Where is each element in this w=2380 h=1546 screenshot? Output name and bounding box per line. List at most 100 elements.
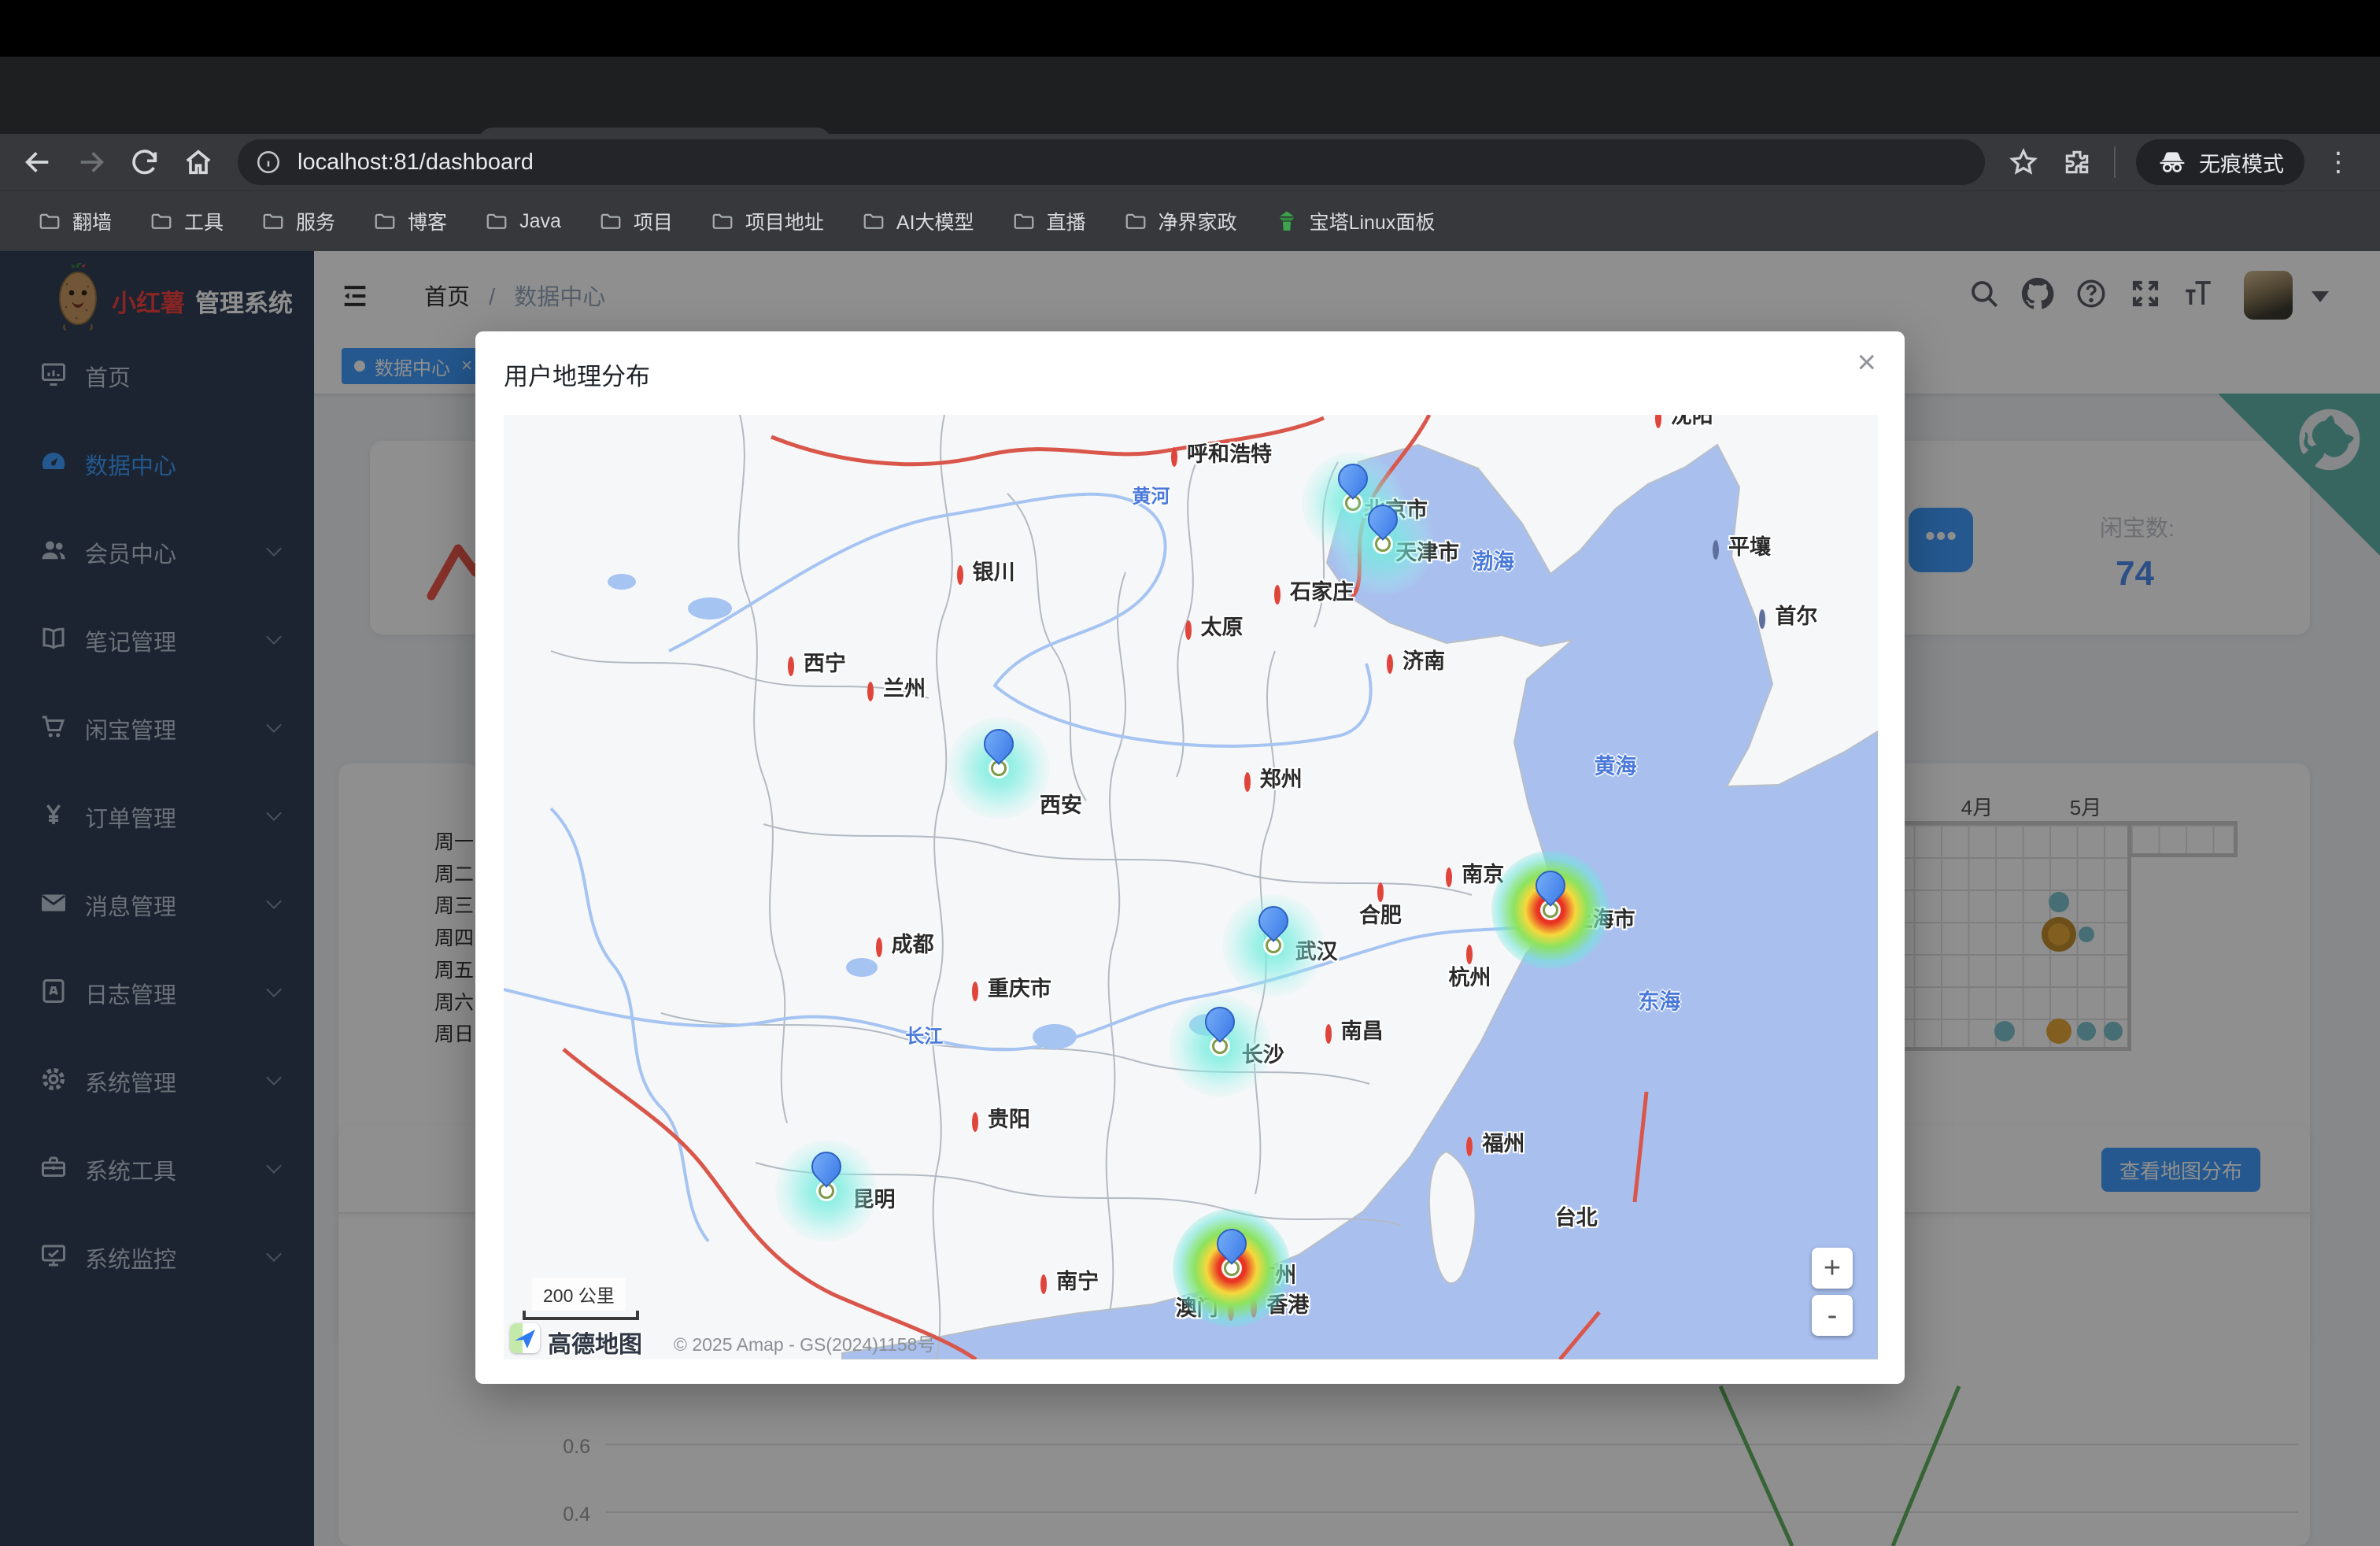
bookmark-项目[interactable]: 项目 (588, 207, 673, 235)
browser-tab-strip: 红薯×管理系统×红薯管理系统×登录× + (0, 57, 2380, 134)
reload-icon[interactable] (129, 146, 161, 178)
toolbar-divider (2114, 146, 2116, 178)
city-label: 石家庄 (1290, 575, 1354, 605)
address-bar[interactable]: localhost:81/dashboard (238, 139, 1985, 185)
map-pin-长沙[interactable] (1203, 1005, 1237, 1052)
bookmark-净界家政[interactable]: 净界家政 (1113, 207, 1237, 235)
map-pin-武汉[interactable] (1256, 904, 1291, 952)
city-dot-icon (788, 656, 794, 676)
bookmark-直播[interactable]: 直播 (1001, 207, 1086, 235)
city-label: 呼和浩特 (1187, 437, 1272, 468)
folder-icon (261, 209, 285, 233)
folder-icon (1012, 209, 1036, 233)
forward-icon[interactable] (76, 146, 107, 178)
browser-chrome: 红薯×管理系统×红薯管理系统×登录× + localhost:81/dashbo… (0, 0, 2380, 250)
map-pin-西安[interactable] (981, 727, 1016, 775)
city-label: 合肥 (1359, 898, 1402, 929)
bookmark-label: 净界家政 (1159, 207, 1237, 235)
bookmark-项目地址[interactable]: 项目地址 (700, 207, 824, 235)
city-label: 贵阳 (988, 1102, 1030, 1133)
folder-icon (1124, 209, 1148, 233)
bookmark-博客[interactable]: 博客 (362, 207, 447, 235)
city-重庆市: 重庆市 (972, 985, 978, 999)
city-太原: 太原 (1185, 623, 1192, 638)
bookmark-label: Java (519, 210, 561, 233)
city-label: 太原 (1201, 610, 1244, 641)
city-银川: 银川 (957, 568, 963, 583)
site-info-icon[interactable] (255, 149, 282, 176)
city-dot-icon (1325, 1024, 1332, 1044)
city-dot-icon (1244, 772, 1251, 792)
map-pin-上海[interactable] (1533, 869, 1568, 916)
bookmark-Java[interactable]: Java (474, 209, 561, 233)
url-text[interactable]: localhost:81/dashboard (298, 150, 534, 176)
city-dot-icon (1274, 585, 1281, 605)
bookmark-翻墙[interactable]: 翻墙 (27, 207, 112, 235)
city-南京: 南京 (1446, 871, 1452, 885)
amap-logo-text: 高德地图 (548, 1325, 642, 1359)
city-西宁: 西宁 (788, 660, 794, 674)
bookmark-label: 博客 (408, 207, 447, 235)
city-label: 沈阳 (1671, 415, 1713, 429)
bookmark-label: 服务 (296, 207, 335, 235)
city-成都: 成都 (876, 941, 882, 955)
bookmark-label: 直播 (1047, 207, 1086, 235)
bookmark-label: 翻墙 (72, 207, 112, 235)
city-label: 成都 (892, 927, 934, 958)
city-杭州: 杭州 (1466, 948, 1473, 962)
city-label: 郑州 (1260, 762, 1303, 793)
map-pin-昆明[interactable] (809, 1150, 844, 1197)
city-dot-icon (1759, 609, 1765, 629)
city-label: 济南 (1402, 644, 1445, 675)
city-dot-icon (1171, 447, 1177, 467)
city-首尔: 首尔 (1759, 612, 1765, 627)
river-label-长江: 长江 (905, 1021, 943, 1049)
city-dot-icon (1713, 540, 1719, 560)
bookmark-AI大模型[interactable]: AI大模型 (851, 207, 974, 235)
city-label: 杭州 (1448, 960, 1491, 991)
map-pin-天津[interactable] (1366, 503, 1400, 550)
folder-icon (599, 209, 623, 233)
zoom-in-button[interactable]: + (1812, 1248, 1853, 1289)
city-dot-icon (1185, 620, 1192, 640)
extensions-icon[interactable] (2062, 147, 2092, 177)
city-dot-icon (876, 938, 882, 957)
city-济南: 济南 (1387, 657, 1393, 671)
city-沈阳: 沈阳 (1655, 415, 1661, 426)
bookmark-star-icon[interactable] (2009, 147, 2038, 177)
modal-close-icon[interactable]: × (1857, 346, 1876, 379)
bookmark-label: AI大模型 (896, 207, 974, 235)
city-dot-icon (972, 1112, 978, 1132)
bookmark-工具[interactable]: 工具 (139, 207, 224, 235)
zoom-out-button[interactable]: - (1812, 1295, 1853, 1336)
amap-china-map[interactable]: 渤海黄海东海黄河长江呼和浩特沈阳北京市天津市石家庄太原银川西宁兰州济南西安郑州南… (504, 415, 1878, 1359)
bookmark-label: 项目 (634, 207, 673, 235)
map-scale-label: 200 公里 (532, 1278, 626, 1311)
city-南宁: 南宁 (1040, 1278, 1047, 1292)
city-label: 西安 (1040, 788, 1082, 819)
river-label-黄河: 黄河 (1132, 480, 1170, 508)
city-label: 福州 (1482, 1126, 1524, 1157)
sea-label-黄海: 黄海 (1595, 749, 1637, 780)
map-pin-广州[interactable] (1214, 1227, 1249, 1274)
bookmark-服务[interactable]: 服务 (250, 207, 335, 235)
city-label: 南宁 (1056, 1264, 1099, 1295)
city-label: 南昌 (1341, 1014, 1384, 1045)
city-呼和浩特: 呼和浩特 (1171, 450, 1177, 464)
geo-distribution-modal: 用户地理分布 × (475, 331, 1905, 1384)
city-dot-icon (1387, 654, 1393, 674)
sea-label-东海: 东海 (1638, 984, 1680, 1015)
city-福州: 福州 (1466, 1140, 1473, 1154)
sea-label-渤海: 渤海 (1472, 544, 1514, 575)
back-icon[interactable] (22, 146, 54, 178)
bookmark-label: 工具 (184, 207, 224, 235)
bookmarks-bar: 翻墙 工具 服务 博客 Java 项目项目地址 AI大模型 直播 净界家政宝塔Linux面板 (0, 190, 2380, 251)
city-dot-icon (957, 565, 963, 585)
bookmark-宝塔Linux面板[interactable]: 宝塔Linux面板 (1264, 207, 1436, 235)
amap-logo-icon (510, 1323, 540, 1353)
city-dot-icon (867, 682, 874, 701)
home-icon[interactable] (183, 146, 214, 178)
city-label: 平壤 (1728, 530, 1771, 560)
map-base (504, 415, 1878, 1359)
browser-menu-icon[interactable]: ⋮ (2325, 146, 2352, 178)
